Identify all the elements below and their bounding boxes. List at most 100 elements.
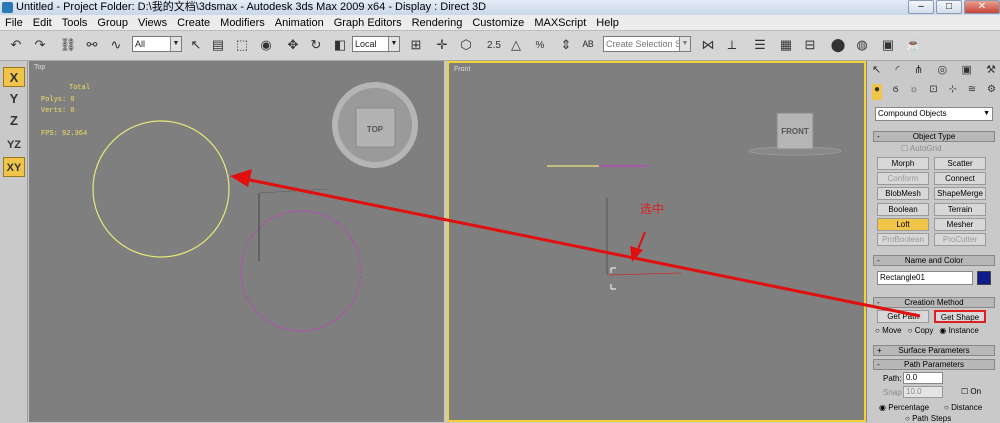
spacewarps-icon[interactable]: ≋ [968,84,976,100]
menu-modifiers[interactable]: Modifiers [215,17,270,29]
scatter-button[interactable]: Scatter [934,157,986,170]
menu-create[interactable]: Create [172,17,215,29]
menu-help[interactable]: Help [591,17,624,29]
move-icon[interactable]: ✥ [283,35,303,55]
utilities-tab-icon[interactable]: ⚒ [986,63,996,81]
keyboard-shortcut-icon[interactable]: ⬡ [456,35,476,55]
connect-button[interactable]: Connect [934,172,986,185]
shapemerge-button[interactable]: ShapeMerge [934,187,986,200]
cameras-icon[interactable]: ⊡ [929,84,937,100]
conform-button[interactable]: Conform [877,172,929,185]
schematic-view-icon[interactable]: ⊟ [800,35,820,55]
modify-tab-icon[interactable]: ◜ [896,63,900,81]
layer-manager-icon[interactable]: ☰ [750,35,770,55]
radio-percentage[interactable]: ◉ Percentage [879,403,929,412]
display-tab-icon[interactable]: ▣ [961,63,971,81]
category-dropdown[interactable]: Compound Objects ▼ [875,107,993,121]
material-editor-icon[interactable]: ⬤ [828,35,848,55]
align-icon[interactable]: ⟂ [722,35,742,55]
rollout-object-type[interactable]: - Object Type [873,131,995,142]
rect-selection-icon[interactable]: ⬚ [232,35,252,55]
menu-views[interactable]: Views [133,17,172,29]
curve-editor-icon[interactable]: ▦ [776,35,796,55]
render-teapot-icon[interactable]: ☕ [904,35,924,55]
snap-input[interactable]: 10.0 [903,386,943,398]
named-selection-set-dropdown[interactable]: Create Selection Set ▼ [603,36,691,52]
menu-file[interactable]: File [0,17,28,29]
menu-graph-editors[interactable]: Graph Editors [329,17,407,29]
path-input[interactable]: 0.0 [903,372,943,384]
constraint-xy-button[interactable]: XY [3,157,25,177]
select-link-icon[interactable]: ⛓ [58,35,78,55]
select-manipulate-icon[interactable]: ✛ [432,35,452,55]
viewcube-label: TOP [367,125,384,134]
object-name-input[interactable]: Rectangle01 [877,271,973,285]
motion-tab-icon[interactable]: ◎ [938,63,948,81]
get-path-button[interactable]: Get Path [877,310,929,323]
radio-move[interactable]: ○ Move [875,326,902,335]
render-setup-icon[interactable]: ◍ [852,35,872,55]
proboolean-button[interactable]: ProBoolean [877,233,929,246]
systems-icon[interactable]: ⚙ [987,84,996,100]
on-checkbox[interactable]: ☐ On [961,387,981,396]
menu-customize[interactable]: Customize [467,17,529,29]
loft-button[interactable]: Loft [877,218,929,231]
boolean-button[interactable]: Boolean [877,203,929,216]
constraint-y-button[interactable]: Y [3,89,25,109]
object-color-swatch[interactable] [977,271,991,285]
geometry-icon[interactable]: ● [872,84,883,100]
unlink-icon[interactable]: ⚯ [82,35,102,55]
maximize-button[interactable]: □ [936,0,962,14]
create-tab-icon[interactable]: ↖ [872,63,881,81]
close-button[interactable]: ✕ [964,0,1000,14]
window-crossing-icon[interactable]: ◉ [256,35,276,55]
spinner-snap-icon[interactable]: ⇕ [556,35,576,55]
autogrid-checkbox[interactable]: ☐ AutoGrid [901,144,942,153]
blobmesh-button[interactable]: BlobMesh [877,187,929,200]
menu-tools[interactable]: Tools [57,17,93,29]
minimize-button[interactable]: – [908,0,934,14]
radio-distance[interactable]: ○ Distance [944,403,982,412]
selection-filter-dropdown[interactable]: All ▼ [132,36,182,52]
snaps-toggle-icon[interactable]: 2.5 [484,35,504,55]
reference-coord-dropdown[interactable]: Local ▼ [352,36,400,52]
mesher-button[interactable]: Mesher [934,218,986,231]
menu-rendering[interactable]: Rendering [407,17,468,29]
get-shape-button[interactable]: Get Shape [934,310,986,323]
bind-spacewarp-icon[interactable]: ∿ [106,35,126,55]
scale-icon[interactable]: ◧ [330,35,350,55]
rollout-creation-method[interactable]: - Creation Method [873,297,995,308]
percent-snap-icon[interactable]: % [530,35,550,55]
rollout-name-color[interactable]: - Name and Color [873,255,995,266]
menu-edit[interactable]: Edit [28,17,57,29]
hierarchy-tab-icon[interactable]: ⋔ [914,63,923,81]
constraint-yz-button[interactable]: YZ [3,135,25,155]
menu-animation[interactable]: Animation [270,17,329,29]
constraint-x-button[interactable]: X [3,67,25,87]
select-by-name-icon[interactable]: ▤ [208,35,228,55]
procutter-button[interactable]: ProCutter [934,233,986,246]
mirror-icon[interactable]: ⋈ [698,35,718,55]
terrain-button[interactable]: Terrain [934,203,986,216]
rollout-surface-params[interactable]: + Surface Parameters [873,345,995,356]
edit-named-selection-icon[interactable]: ᴬᴮ [578,35,598,55]
constraint-z-button[interactable]: Z [3,111,25,131]
undo-icon[interactable]: ↶ [6,35,26,55]
lights-icon[interactable]: ☼ [909,84,918,100]
radio-copy[interactable]: ○ Copy [908,326,934,335]
redo-icon[interactable]: ↷ [30,35,50,55]
angle-snap-icon[interactable]: △ [506,35,526,55]
shapes-icon[interactable]: ϭ [893,84,899,100]
pivot-center-icon[interactable]: ⊞ [406,35,426,55]
select-object-icon[interactable]: ↖ [186,35,206,55]
helpers-icon[interactable]: ⊹ [949,84,957,100]
top-viewport[interactable]: Top Total Polys: 0 Verts: 0 FPS: 92.364 … [29,61,444,422]
radio-instance[interactable]: ◉ Instance [939,326,978,335]
morph-button[interactable]: Morph [877,157,929,170]
menu-maxscript[interactable]: MAXScript [529,17,591,29]
rendered-frame-icon[interactable]: ▣ [878,35,898,55]
rotate-icon[interactable]: ↻ [306,35,326,55]
menu-group[interactable]: Group [92,17,133,29]
rollout-path-params[interactable]: - Path Parameters [873,359,995,370]
front-viewport[interactable]: Front FRONT 选中 [447,61,866,422]
